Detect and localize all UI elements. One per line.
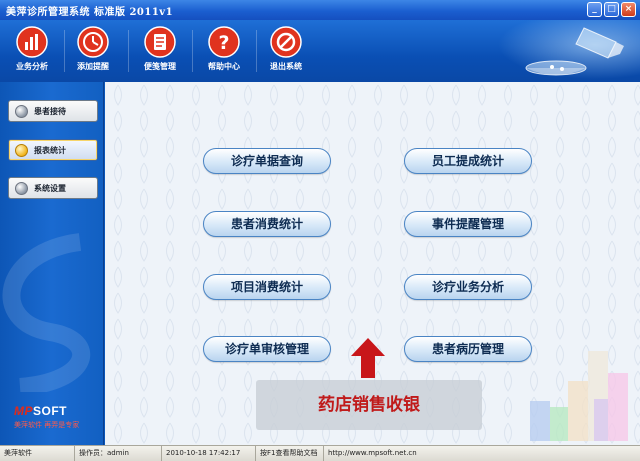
bill-audit-button[interactable]: 诊疗单审核管理 <box>203 336 331 362</box>
notepad-icon <box>144 26 176 58</box>
window-title: 美萍诊所管理系统 标准版 2011v1 <box>6 7 174 18</box>
staff-commission-button[interactable]: 员工提成统计 <box>404 148 532 174</box>
clock-icon <box>77 26 109 58</box>
sidebar-item-system-settings[interactable]: 系统设置 <box>8 177 98 199</box>
toolbar-label: 退出系统 <box>270 62 302 71</box>
event-reminder-button[interactable]: 事件提醒管理 <box>404 211 532 237</box>
toolbar-help-button[interactable]: ? 帮助中心 <box>192 26 256 78</box>
status-datetime: 2010-10-18 17:42:17 <box>162 446 256 461</box>
toolbar: 业务分析 添加提醒 便笺管理 ? 帮助中心 退出系统 <box>0 20 640 82</box>
brand-logo: MPSOFT 美萍软件 再弄是专家 <box>14 404 79 430</box>
toolbar-label: 便笺管理 <box>144 62 176 71</box>
radio-dot-icon <box>15 143 28 157</box>
sidebar-item-label: 报表统计 <box>34 145 66 155</box>
bar-chart-decoration <box>530 351 628 441</box>
clinic-bill-query-button[interactable]: 诊疗单据查询 <box>203 148 331 174</box>
help-icon: ? <box>208 26 240 58</box>
main-content: 诊疗单据查询 员工提成统计 患者消费统计 事件提醒管理 项目消费统计 诊疗业务分… <box>105 82 640 445</box>
svg-text:?: ? <box>218 32 229 54</box>
minimize-button[interactable]: _ <box>587 2 602 17</box>
clinic-business-analysis-button[interactable]: 诊疗业务分析 <box>404 274 532 300</box>
close-button[interactable]: × <box>621 2 636 17</box>
toolbar-business-analysis-button[interactable]: 业务分析 <box>0 26 64 78</box>
sidebar-item-patient-reception[interactable]: 患者接待 <box>8 100 98 122</box>
toolbar-label: 添加提醒 <box>77 62 109 71</box>
toolbar-label: 帮助中心 <box>208 62 240 71</box>
status-help-hint: 按F1查看帮助文档 <box>256 446 324 461</box>
radio-dot-icon <box>15 181 28 195</box>
medical-records-button[interactable]: 患者病历管理 <box>404 336 532 362</box>
medicine-bottle-decoration <box>525 27 624 76</box>
sidebar-item-label: 系统设置 <box>34 183 66 193</box>
radio-dot-icon <box>15 104 28 118</box>
sidebar-item-label: 患者接待 <box>34 106 66 116</box>
toolbar-exit-button[interactable]: 退出系统 <box>254 26 318 78</box>
up-arrow-icon <box>351 338 385 378</box>
toolbar-label: 业务分析 <box>16 62 48 71</box>
brand-name: MPSOFT <box>14 404 67 418</box>
maximize-button[interactable]: □ <box>604 2 619 17</box>
sidebar: 患者接待 报表统计 系统设置 MPSOFT 美萍软件 再弄是专家 <box>0 82 104 445</box>
pharmacy-cashier-banner[interactable]: 药店销售收银 <box>256 380 482 430</box>
window-controls: _ □ × <box>587 2 636 17</box>
status-operator: 操作员：admin <box>75 446 162 461</box>
item-consumption-button[interactable]: 项目消费统计 <box>203 274 331 300</box>
brand-slogan: 美萍软件 再弄是专家 <box>14 421 80 429</box>
toolbar-add-reminder-button[interactable]: 添加提醒 <box>61 26 125 78</box>
toolbar-notes-button[interactable]: 便笺管理 <box>128 26 192 78</box>
patient-consumption-button[interactable]: 患者消费统计 <box>203 211 331 237</box>
status-app-name: 美萍软件 <box>0 446 75 461</box>
status-bar: 美萍软件 操作员：admin 2010-10-18 17:42:17 按F1查看… <box>0 445 640 461</box>
status-url: http://www.mpsoft.net.cn <box>328 449 417 457</box>
sidebar-item-reports[interactable]: 报表统计 <box>8 139 98 161</box>
no-entry-icon <box>270 26 302 58</box>
bar-chart-icon <box>16 26 48 58</box>
title-bar[interactable]: 美萍诊所管理系统 标准版 2011v1 _ □ × <box>0 0 640 20</box>
swirl-decoration <box>2 233 91 392</box>
